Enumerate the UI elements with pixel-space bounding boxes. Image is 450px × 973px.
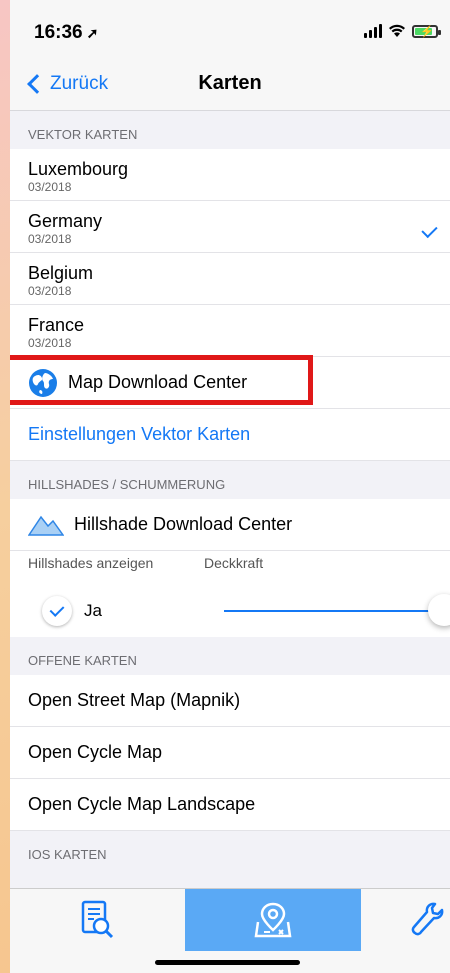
hillshade-download-center-row[interactable]: Hillshade Download Center	[10, 499, 450, 551]
phone-screen: 16:36 ➚ ⚡ Zurück Karten VEKTOR KARTEN Lux…	[10, 0, 450, 973]
tab-settings[interactable]	[405, 889, 450, 951]
open-map-label: Open Street Map (Mapnik)	[28, 690, 241, 710]
map-name: Germany	[28, 211, 103, 231]
vector-map-france[interactable]: France 03/2018	[10, 305, 450, 357]
opacity-label: Deckkraft	[204, 555, 264, 571]
checkmark-icon	[49, 602, 65, 617]
wifi-icon	[389, 24, 405, 37]
hillshade-labels: Hillshades anzeigen Deckkraft	[28, 551, 450, 585]
signal-icon	[364, 24, 382, 38]
tab-maps[interactable]	[185, 889, 361, 951]
document-search-icon	[81, 900, 113, 939]
open-map-label: Open Cycle Map	[28, 742, 163, 762]
section-header-open-maps: OFFENE KARTEN	[28, 653, 137, 668]
hillshades-checkbox[interactable]	[42, 596, 72, 626]
vector-settings-link[interactable]: Einstellungen Vektor Karten	[10, 409, 450, 461]
tab-search-documents[interactable]	[10, 889, 185, 951]
status-time: 16:36 ➚	[34, 22, 98, 44]
map-download-center-row[interactable]: Map Download Center	[10, 355, 450, 409]
map-name: Belgium	[28, 263, 94, 283]
open-map-item[interactable]: Open Street Map (Mapnik)	[10, 675, 450, 727]
tab-bar	[10, 888, 450, 973]
section-header-vector: VEKTOR KARTEN	[28, 127, 138, 142]
map-date: 03/2018	[28, 180, 72, 194]
mountain-icon	[28, 515, 64, 536]
vector-map-belgium[interactable]: Belgium 03/2018	[10, 253, 450, 305]
opacity-slider[interactable]	[224, 594, 450, 626]
battery-icon: ⚡	[412, 24, 441, 38]
hillshade-controls: Hillshades anzeigen Deckkraft Ja	[10, 551, 450, 637]
navigation-bar: Zurück Karten	[10, 60, 450, 111]
map-name: France	[28, 315, 85, 335]
open-map-label: Open Cycle Map Landscape	[28, 794, 256, 814]
location-arrow-icon: ➚	[86, 25, 99, 41]
open-map-item[interactable]: Open Cycle Map Landscape	[10, 779, 450, 831]
home-indicator	[155, 960, 300, 965]
open-map-item[interactable]: Open Cycle Map	[10, 727, 450, 779]
hillshade-download-center-label: Hillshade Download Center	[74, 514, 293, 534]
status-icons: ⚡	[364, 24, 441, 38]
status-bar: 16:36 ➚ ⚡	[10, 0, 450, 60]
section-header-ios-maps: IOS KARTEN	[28, 847, 107, 862]
hillshade-toggle-row: Ja	[28, 585, 450, 637]
highlight-box	[10, 355, 313, 405]
page-title: Karten	[198, 72, 262, 94]
map-name: Luxembourg	[28, 159, 129, 179]
wrench-icon	[411, 902, 443, 936]
hillshades-show-label: Hillshades anzeigen	[28, 555, 154, 571]
time-text: 16:36	[34, 22, 83, 43]
slider-knob[interactable]	[428, 594, 450, 626]
section-header-hillshades: HILLSHADES / SCHUMMERUNG	[28, 477, 226, 492]
map-date: 03/2018	[28, 284, 72, 298]
vector-map-germany[interactable]: Germany 03/2018	[10, 201, 450, 253]
hillshades-show-value: Ja	[84, 601, 102, 620]
vector-settings-label: Einstellungen Vektor Karten	[28, 424, 251, 444]
map-pin-icon	[254, 902, 292, 938]
map-date: 03/2018	[28, 232, 72, 246]
map-date: 03/2018	[28, 336, 72, 350]
vector-map-luxembourg[interactable]: Luxembourg 03/2018	[10, 149, 450, 201]
